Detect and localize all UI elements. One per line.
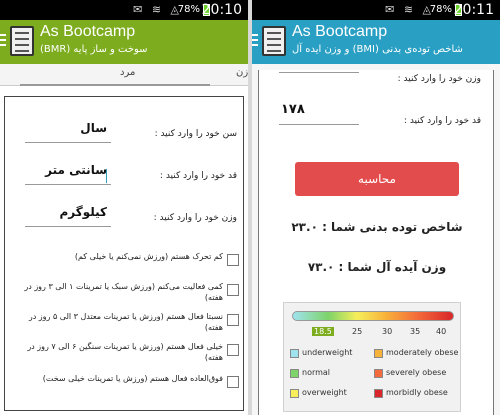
text-cursor [106, 169, 107, 183]
drawer-menu-icon[interactable] [0, 34, 6, 48]
weight-field-row: وزن خود را وارد کنید : کیلوگرم [5, 201, 245, 235]
notification-icons: ✉ ≋ ◬ [385, 3, 434, 16]
app-title: As Bootcamp [292, 23, 388, 40]
tick-label: 35 [410, 327, 421, 336]
status-bar: ✉ ≋ ◬ 78% 20:10 [0, 0, 248, 20]
app-subtitle: سوخت و ساز پایه (BMR) [40, 44, 148, 55]
age-field-row: سن خود را وارد کنید : سال [5, 117, 245, 151]
tick-label: 18.5 [312, 327, 334, 336]
legend-row: underweight moderately obese [284, 347, 462, 361]
activity-option-extra-active[interactable]: فوق‌العاده فعال هستم (ورزش یا تمرینات خی… [5, 373, 245, 401]
battery-percent: 78% [429, 4, 452, 15]
app-title: As Bootcamp [40, 23, 136, 40]
legend-label: underweight [302, 348, 353, 357]
bmi-result: شاخص توده بدنی شما : ۲۳.۰ [291, 220, 463, 234]
notification-icons: ✉ ≋ ◬ [133, 3, 182, 16]
activity-label: فوق‌العاده فعال هستم (ورزش یا تمرینات خی… [42, 374, 223, 383]
clock: 20:11 [453, 2, 494, 18]
legend-label: severely obese [386, 368, 447, 377]
severely-obese-swatch [374, 369, 383, 378]
checkbox[interactable] [227, 284, 239, 296]
action-bar: As Bootcamp شاخص توده‌ی بدنی (BMI) و وزن… [252, 20, 500, 64]
bmr-screen: ✉ ≋ ◬ 78% 20:10 As Bootcamp سوخت و ساز پ… [0, 0, 248, 415]
height-label: قد خود را وارد کنید : [403, 116, 481, 126]
height-input[interactable]: ۱۷۸ [281, 102, 305, 117]
activity-option-sedentary[interactable]: کم تحرک هستم (ورزش نمی‌کنم یا خیلی کم) [5, 251, 245, 279]
legend-label: moderately obese [386, 348, 459, 357]
checkbox[interactable] [227, 254, 239, 266]
legend-label: morbidly obese [386, 388, 448, 397]
activity-option-moderate[interactable]: نسبتا فعال هستم (ورزش یا تمرینات معتدل ۳… [5, 311, 245, 339]
normal-swatch [290, 369, 299, 378]
app-subtitle: شاخص توده‌ی بدنی (BMI) و وزن ایده آل [292, 44, 463, 55]
battery-percent: 78% [177, 4, 200, 15]
height-input-hint: سانتی متر [45, 163, 107, 177]
bmi-screen: ✉ ≋ ◬ 78% 20:11 As Bootcamp شاخص توده‌ی … [252, 0, 500, 415]
activity-option-light[interactable]: کمی فعالیت می‌کنم (ورزش سبک یا تمرینات ۱… [5, 281, 245, 309]
tick-label: 30 [382, 327, 393, 336]
clipboard-app-icon[interactable] [10, 26, 34, 56]
weight-input[interactable]: کیلوگرم [25, 205, 111, 227]
height-input[interactable]: سانتی متر [25, 163, 111, 185]
bmi-panel: وزن خود را وارد کنید : ۱۷۸ قد خود را وار… [258, 70, 494, 415]
tick-label: 40 [436, 327, 447, 336]
weight-label: وزن خود را وارد کنید : [153, 213, 237, 223]
activity-option-very-active[interactable]: خیلی فعال هستم (ورزش یا تمرینات سنگین ۶ … [5, 341, 245, 369]
bmi-scale: 18.5 25 30 35 40 underweight moderately … [283, 302, 461, 412]
ideal-weight-result: وزن آیده آل شما : ۷۳.۰ [307, 260, 447, 274]
bmi-gradient-bar [292, 311, 454, 321]
age-label: سن خود را وارد کنید : [154, 129, 237, 139]
height-label: قد خود را وارد کنید : [159, 171, 237, 181]
activity-label: کم تحرک هستم (ورزش نمی‌کنم یا خیلی کم) [74, 252, 223, 261]
drawer-menu-icon[interactable] [252, 34, 258, 48]
calculate-button[interactable]: محاسبه [295, 162, 459, 196]
legend-row: normal severely obese [284, 367, 462, 381]
tick-label: 25 [352, 327, 363, 336]
active-tab-indicator [20, 84, 210, 86]
activity-label: نسبتا فعال هستم (ورزش یا تمرینات معتدل ۳… [28, 312, 223, 332]
height-input-line [279, 124, 359, 125]
checkbox[interactable] [227, 344, 239, 356]
clipboard-app-icon[interactable] [262, 26, 286, 56]
legend-label: overweight [302, 388, 347, 397]
status-bar: ✉ ≋ ◬ 78% 20:11 [252, 0, 500, 20]
tab-male[interactable]: مرد [120, 67, 135, 78]
activity-label: کمی فعالیت می‌کنم (ورزش سبک یا تمرینات ۱… [24, 282, 223, 302]
tab-female[interactable]: زن [236, 67, 248, 78]
checkbox[interactable] [227, 376, 239, 388]
weight-input-line[interactable] [279, 72, 359, 73]
bmi-content: وزن خود را وارد کنید : ۱۷۸ قد خود را وار… [252, 64, 500, 415]
legend-label: normal [302, 368, 331, 377]
legend-row: overweight morbidly obese [284, 387, 462, 401]
bmr-form: سن خود را وارد کنید : سال قد خود را وارد… [4, 96, 244, 411]
height-field-row: قد خود را وارد کنید : سانتی متر [5, 159, 245, 193]
moderately-obese-swatch [374, 349, 383, 358]
gender-tabs: مرد زن [0, 64, 248, 86]
checkbox[interactable] [227, 314, 239, 326]
activity-label: خیلی فعال هستم (ورزش یا تمرینات سنگین ۶ … [27, 342, 223, 362]
morbidly-obese-swatch [374, 389, 383, 398]
action-bar: As Bootcamp سوخت و ساز پایه (BMR) [0, 20, 248, 64]
weight-label: وزن خود را وارد کنید : [397, 74, 481, 84]
age-input[interactable]: سال [25, 121, 111, 143]
clock: 20:10 [201, 2, 242, 18]
overweight-swatch [290, 389, 299, 398]
underweight-swatch [290, 349, 299, 358]
